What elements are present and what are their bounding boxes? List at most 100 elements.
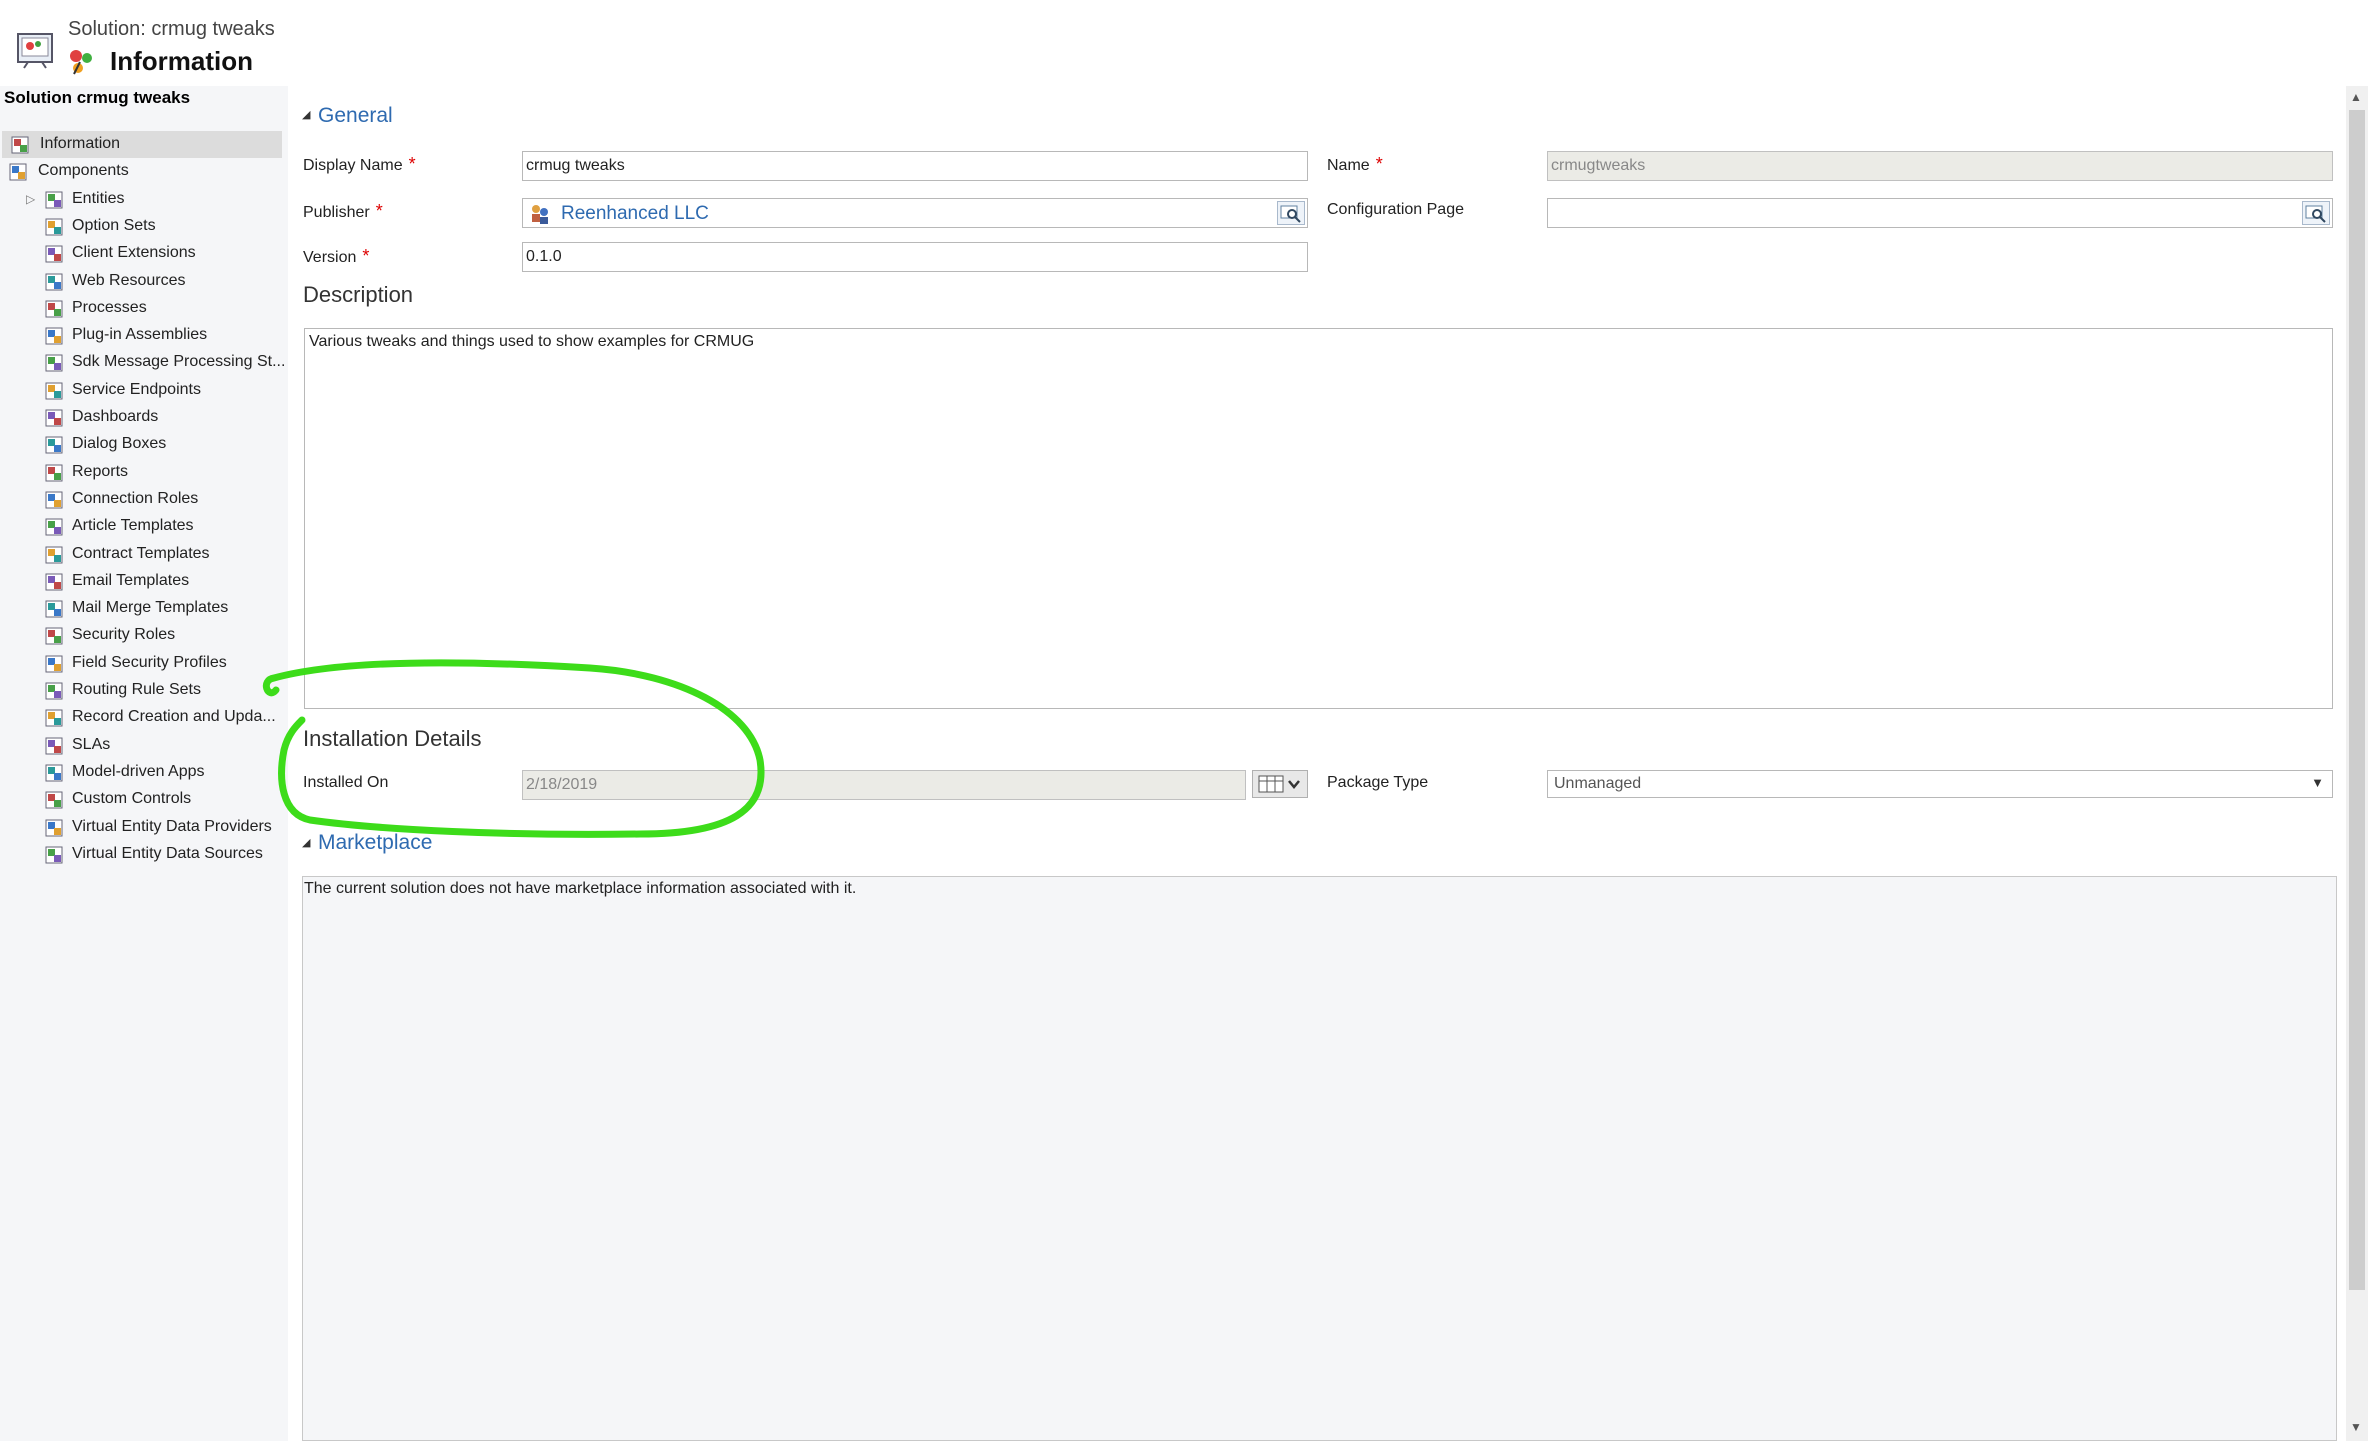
information-icon [11,136,29,154]
sidebar-item-record-creation[interactable]: Record Creation and Upda... [0,704,286,731]
sidebar-item-label: Dialog Boxes [72,435,167,453]
expand-icon[interactable]: ▷ [26,192,35,206]
publisher-label: Publisher * [303,201,383,221]
sidebar-item-label: Entities [72,189,125,207]
slas-icon [45,737,63,755]
required-marker: * [1375,154,1383,174]
client-extensions-icon [45,245,63,263]
annotation-circle [262,659,765,838]
sidebar-item-routing-rule-sets[interactable]: Routing Rule Sets [0,677,286,704]
sidebar-item-label: Mail Merge Templates [72,599,229,617]
package-type-value: Unmanaged [1554,775,1642,792]
mail-merge-templates-icon [45,600,63,618]
name-label: Name * [1327,154,1383,174]
sidebar-item-label: Components [38,162,129,180]
sidebar-item-label: Web Resources [72,271,186,289]
publisher-lookup[interactable]: Reenhanced LLC [522,198,1308,228]
sidebar-item-label: Virtual Entity Data Sources [72,844,263,862]
solution-icon [17,33,53,69]
config-page-lookup-button[interactable] [2302,201,2330,225]
sidebar-item-label: Client Extensions [72,244,196,262]
version-input[interactable] [522,242,1308,272]
sidebar-item-label: Reports [72,462,129,480]
sidebar-item-label: Option Sets [72,216,156,234]
sidebar-item-mail-merge-templates[interactable]: Mail Merge Templates [0,595,286,622]
entities-icon [45,191,63,209]
sidebar-item-web-resources[interactable]: Web Resources [0,268,286,295]
scrollbar-thumb[interactable] [2349,110,2365,1290]
required-marker: * [362,246,370,266]
sidebar-item-entities[interactable]: ▷ Entities [0,186,286,213]
sidebar-item-client-extensions[interactable]: Client Extensions [0,240,286,267]
sidebar-item-virtual-entity-sources[interactable]: Virtual Entity Data Sources [0,841,286,868]
version-label: Version * [303,246,370,266]
sidebar-item-information[interactable]: Information [2,131,282,158]
marketplace-panel [302,876,2337,1441]
section-general-title[interactable]: General [318,104,393,128]
sidebar-item-label: Virtual Entity Data Providers [72,817,272,835]
required-marker: * [408,154,416,174]
sidebar-item-label: Dashboards [72,408,159,425]
sidebar-item-model-driven-apps[interactable]: Model-driven Apps [0,759,286,786]
sidebar-item-label: Connection Roles [72,489,199,507]
article-templates-icon [45,518,63,536]
dashboards-icon [45,409,63,427]
display-name-input[interactable] [522,151,1308,181]
lookup-icon [1280,205,1301,223]
reports-icon [45,464,63,482]
collapse-general-icon[interactable]: ◢ [302,108,310,121]
sidebar-item-field-security-profiles[interactable]: Field Security Profiles [0,650,286,677]
sidebar-item-label: Model-driven Apps [72,762,205,780]
sidebar-item-label: Plug-in Assemblies [72,326,208,344]
sdk-message-icon [45,354,63,372]
sidebar-item-contract-templates[interactable]: Contract Templates [0,541,286,568]
sidebar-item-label: Service Endpoints [72,380,201,398]
dialog-boxes-icon [45,436,63,454]
sidebar-item-label: Field Security Profiles [72,653,227,671]
scroll-down-icon[interactable]: ▼ [2350,1420,2362,1434]
config-page-lookup[interactable] [1547,198,2333,228]
sidebar-item-reports[interactable]: Reports [0,459,286,486]
sidebar-item-components[interactable]: Components [0,158,286,185]
sidebar-item-label: Sdk Message Processing St... [72,353,286,371]
sidebar-item-article-templates[interactable]: Article Templates [0,513,286,540]
sidebar-item-label: Article Templates [72,517,194,535]
publisher-record-icon [532,205,548,224]
sidebar-item-dashboards[interactable]: Dashboards [0,404,286,431]
plugin-assemblies-icon [45,327,63,345]
publisher-link[interactable]: Reenhanced LLC [561,203,709,225]
information-icon [70,50,92,75]
dropdown-arrow-icon: ▼ [2311,775,2324,790]
publisher-lookup-button[interactable] [1277,201,1305,225]
sidebar-item-label: Custom Controls [72,790,192,808]
calendar-icon [1258,775,1300,793]
package-type-select[interactable]: Unmanaged ▼ [1547,770,2333,798]
field-security-profiles-icon [45,655,63,673]
page-title: Information [110,46,253,76]
name-input[interactable] [1547,151,2333,181]
connection-roles-icon [45,491,63,509]
sidebar-item-slas[interactable]: SLAs [0,732,286,759]
sidebar-item-label: Information [40,135,121,152]
sidebar-item-label: Routing Rule Sets [72,681,201,698]
sidebar-item-email-templates[interactable]: Email Templates [0,568,286,595]
routing-rule-sets-icon [45,682,63,700]
sidebar-item-dialog-boxes[interactable]: Dialog Boxes [0,431,286,458]
scroll-up-icon[interactable]: ▲ [2350,90,2362,104]
sidebar-item-custom-controls[interactable]: Custom Controls [0,786,286,813]
virtual-entity-providers-icon [45,819,63,836]
date-picker-button[interactable] [1252,770,1308,798]
security-roles-icon [45,627,63,645]
web-resources-icon [45,273,63,290]
sidebar-item-virtual-entity-providers[interactable]: Virtual Entity Data Providers [0,814,286,841]
sidebar-item-label: Email Templates [72,571,190,589]
sidebar-item-option-sets[interactable]: Option Sets [0,213,286,240]
sidebar-item-processes[interactable]: Processes [0,295,286,322]
sidebar-item-service-endpoints[interactable]: Service Endpoints [0,377,286,404]
sidebar-item-label: Security Roles [72,626,176,644]
sidebar-item-connection-roles[interactable]: Connection Roles [0,486,286,513]
sidebar-item-label: Contract Templates [72,544,210,562]
sidebar-item-sdk-message[interactable]: Sdk Message Processing St... [0,349,286,376]
sidebar-item-security-roles[interactable]: Security Roles [0,622,286,649]
sidebar-item-plugin-assemblies[interactable]: Plug-in Assemblies [0,322,286,349]
